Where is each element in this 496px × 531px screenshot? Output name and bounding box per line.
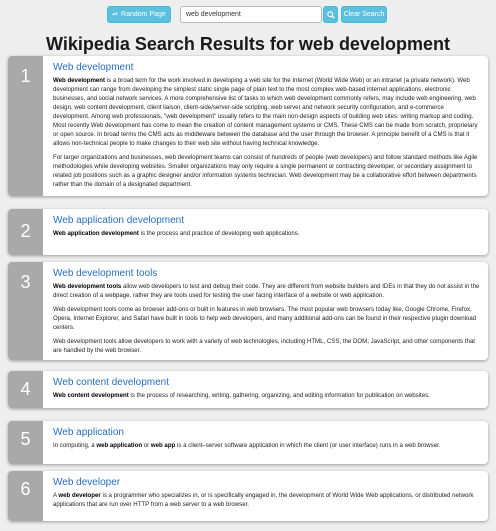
search-input[interactable]: web development	[180, 6, 322, 23]
snippet-text: is the process and practice of developin…	[138, 230, 300, 237]
result-content: Web development tools Web development too…	[53, 268, 480, 360]
result-snippet: In computing, a web application or web a…	[53, 441, 480, 450]
result-content: Web application development Web applicati…	[53, 215, 480, 243]
toolbar: ⇌ Random Page web development Clear Searc…	[0, 6, 496, 24]
result-number-label: 6	[20, 479, 31, 499]
result-snippet: Web content development is the process o…	[53, 391, 480, 400]
snippet-text: or	[142, 442, 151, 449]
snippet-text: For larger organizations and businesses,…	[53, 154, 478, 188]
result-card: 2 Web application development Web applicat…	[8, 209, 488, 255]
result-title-link[interactable]: Web application development	[53, 215, 480, 226]
snippet-highlight: Web development	[53, 77, 106, 84]
result-card: 6 Web developer A web developer is a progr…	[8, 471, 488, 521]
result-number-label: 1	[20, 66, 31, 86]
result-snippet: Web development is a broad term for the …	[53, 76, 480, 148]
result-number: 1	[8, 56, 43, 196]
snippet-highlight: Web content development	[53, 392, 129, 399]
result-number: 5	[8, 421, 43, 464]
result-title-link[interactable]: Web development tools	[53, 268, 480, 279]
snippet-highlight: Web application development	[53, 230, 139, 237]
result-snippet: Web development tools allow web develope…	[53, 282, 480, 300]
result-snippet: For larger organizations and businesses,…	[53, 153, 480, 189]
result-title-link[interactable]: Web content development	[53, 377, 480, 388]
clear-search-button[interactable]: Clear Search	[341, 6, 387, 23]
magnifier-icon	[326, 11, 335, 21]
result-title-link[interactable]: Web application	[53, 427, 480, 438]
snippet-highlight: web app	[150, 442, 176, 449]
random-page-label: Random Page	[121, 11, 166, 18]
result-content: Web developer A web developer is a progra…	[53, 477, 480, 514]
snippet-text: is a programmer who specializes in, or i…	[53, 492, 474, 508]
snippet-text: Web development tools allow developers t…	[53, 338, 475, 354]
result-card: 4 Web content development Web content deve…	[8, 371, 488, 408]
result-content: Web development Web development is a broa…	[53, 62, 480, 194]
result-number-label: 3	[20, 272, 31, 292]
result-number: 2	[8, 209, 43, 255]
result-title-link[interactable]: Web developer	[53, 477, 480, 488]
result-snippet: Web application development is the proce…	[53, 229, 480, 238]
result-snippet: A web developer is a programmer who spec…	[53, 491, 480, 509]
snippet-highlight: web application	[96, 442, 143, 449]
result-title-link[interactable]: Web development	[53, 62, 480, 73]
result-card: 1 Web development Web development is a bro…	[8, 56, 488, 196]
snippet-highlight: Web development tools	[53, 283, 122, 290]
result-number: 6	[8, 471, 43, 521]
result-card: 5 Web application In computing, a web appl…	[8, 421, 488, 464]
search-button[interactable]	[323, 6, 338, 23]
result-content: Web content development Web content devel…	[53, 377, 480, 405]
shuffle-icon: ⇌	[112, 11, 119, 18]
result-number-label: 4	[20, 379, 31, 399]
result-content: Web application In computing, a web appli…	[53, 427, 480, 455]
result-snippet: Web development tools come as browser ad…	[53, 305, 480, 332]
result-number-label: 5	[20, 429, 31, 449]
result-snippet: Web development tools allow developers t…	[53, 337, 480, 355]
snippet-highlight: web developer	[58, 492, 101, 499]
result-number-label: 2	[20, 221, 31, 241]
snippet-text: Web development tools come as browser ad…	[53, 306, 477, 331]
result-card: 3 Web development tools Web development to…	[8, 262, 488, 360]
snippet-text: In computing, a	[53, 442, 97, 449]
result-number: 4	[8, 371, 43, 408]
page-title: Wikipedia Search Results for web develop…	[46, 34, 450, 54]
snippet-text: is a broad term for the work involved in…	[53, 77, 478, 147]
snippet-text: is a client–server software application …	[175, 442, 441, 449]
result-number: 3	[8, 262, 43, 360]
random-page-button[interactable]: ⇌ Random Page	[107, 6, 171, 23]
snippet-text: is the process of researching, writing, …	[128, 392, 430, 399]
